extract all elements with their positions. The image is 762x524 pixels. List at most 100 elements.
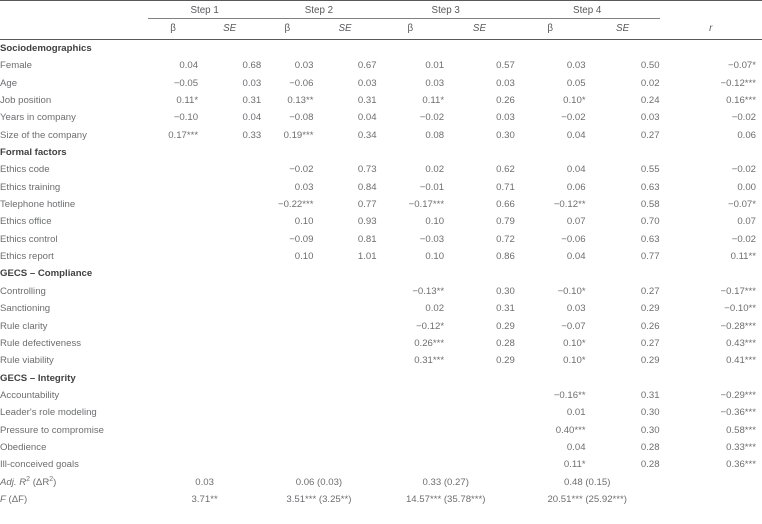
- table-row: Ethics training 0.03 0.84 −0.01 0.71 0.06 0.63…: [0, 179, 762, 196]
- cell-se-step2: [313, 422, 376, 439]
- step-header-2: Step 2: [261, 1, 377, 19]
- table-row: Ethics office 0.10 0.93 0.10 0.79 0.07 0.70 0.0…: [0, 213, 762, 230]
- table-row: Leader's role modeling 0.01 0.30 −0.36***: [0, 404, 762, 421]
- cell-beta-step1: [148, 213, 198, 230]
- table-row: Obedience 0.04 0.28 0.33***: [0, 439, 762, 456]
- cell-beta-step1: [148, 422, 198, 439]
- cell-beta-step3: [377, 456, 444, 473]
- cell-se-step2: 0.31: [357, 95, 377, 107]
- cell-beta-step1: 0.11*: [176, 95, 199, 107]
- cell-se-step3: 0.29: [496, 355, 515, 367]
- summary-label-paren-open: (ΔR: [30, 476, 50, 488]
- section-title: GECS – Compliance: [0, 268, 93, 280]
- cell-se-step4: 0.27: [640, 337, 660, 349]
- cell-se-step1: [198, 161, 261, 178]
- subheader-r: r: [709, 22, 713, 34]
- cell-beta-step4: 0.40***: [555, 424, 586, 436]
- table-row: Size of the company 0.17*** 0.33 0.19*** 0.3…: [0, 127, 762, 144]
- cell-se-step1: [198, 179, 261, 196]
- cell-se-step2: [313, 283, 376, 300]
- row-label: Rule defectiveness: [0, 337, 82, 349]
- header-corner-cell: [0, 1, 148, 19]
- section-spacer: [148, 370, 762, 387]
- cell-beta-step3: 0.26***: [414, 337, 445, 349]
- cell-se-step1: [198, 318, 261, 335]
- table-row: Pressure to compromise 0.40*** 0.30 0.58***: [0, 422, 762, 439]
- cell-se-step4: 0.28: [640, 459, 660, 471]
- cell-r: 0.06: [737, 129, 756, 141]
- cell-beta-step2: [261, 352, 313, 369]
- summary-step3: 14.57*** (35.78***): [405, 493, 486, 505]
- section-header-row: Formal factors: [0, 144, 762, 161]
- cell-beta-step3: [377, 422, 444, 439]
- cell-se-step1: [198, 456, 261, 473]
- cell-beta-step1: [148, 439, 198, 456]
- cell-beta-step2: [261, 404, 313, 421]
- subheader-beta-step2: β: [284, 23, 291, 34]
- cell-beta-step3: −0.01: [419, 181, 445, 193]
- summary-step2: 0.06 (0.03): [295, 476, 343, 488]
- cell-se-step2: 0.84: [357, 181, 377, 193]
- subheader-beta-step4: β: [547, 23, 554, 34]
- section-spacer: [148, 265, 762, 282]
- cell-beta-step3: −0.17***: [408, 199, 445, 211]
- cell-se-step2: 0.81: [357, 233, 377, 245]
- cell-beta-step1: [148, 404, 198, 421]
- cell-se-step2: 0.67: [357, 60, 377, 72]
- cell-se-step2: [313, 335, 376, 352]
- summary-label-paren-close: ): [53, 476, 57, 488]
- cell-se-step4: 0.58: [640, 199, 660, 211]
- subheader-beta-step1: β: [170, 23, 176, 34]
- cell-beta-step3: 0.10: [425, 216, 445, 228]
- cell-se-step4: 0.63: [640, 181, 660, 193]
- summary-label: Adj. R2 (ΔR2): [0, 474, 148, 491]
- section-header-row: GECS – Integrity: [0, 370, 762, 387]
- cell-beta-step3: −0.12*: [416, 320, 445, 332]
- cell-beta-step4: 0.04: [566, 251, 586, 263]
- summary-row-adj-r2: Adj. R2 (ΔR2) 0.03 0.06 (0.03) 0.33 (0.27) 0…: [0, 474, 762, 491]
- cell-se-step1: [198, 439, 261, 456]
- section-header-row: Sociodemographics: [0, 40, 762, 58]
- table-row: Years in company −0.10 0.04 −0.08 0.04 −0.02 0…: [0, 109, 762, 126]
- cell-beta-step2: 0.10: [294, 216, 314, 228]
- cell-r: −0.28***: [720, 320, 756, 332]
- cell-se-step3: 0.62: [496, 164, 515, 176]
- cell-se-step4: 0.70: [640, 216, 660, 228]
- cell-beta-step2: [261, 439, 313, 456]
- cell-beta-step2: −0.06: [289, 77, 314, 89]
- row-label: Size of the company: [0, 129, 87, 141]
- cell-r: −0.10**: [724, 303, 756, 315]
- cell-se-step4: 0.63: [640, 233, 660, 245]
- cell-beta-step2: −0.09: [289, 233, 314, 245]
- row-label: Leader's role modeling: [0, 407, 97, 419]
- cell-se-step1: [198, 387, 261, 404]
- cell-beta-step4: 0.03: [566, 60, 586, 72]
- cell-se-step1: [198, 283, 261, 300]
- cell-r: −0.12***: [720, 77, 756, 89]
- cell-beta-step2: [261, 300, 313, 317]
- cell-beta-step4: −0.12**: [553, 199, 586, 211]
- cell-beta-step4: 0.04: [566, 164, 586, 176]
- cell-se-step1: [198, 352, 261, 369]
- cell-beta-step4: −0.10*: [557, 285, 586, 297]
- cell-se-step4: 0.02: [640, 77, 660, 89]
- summary-step3: 0.33 (0.27): [422, 476, 469, 488]
- cell-se-step3: [444, 404, 515, 421]
- cell-r: −0.02: [731, 233, 756, 245]
- cell-beta-step2: 0.10: [294, 251, 314, 263]
- row-label: Controlling: [0, 285, 46, 297]
- section-spacer: [148, 144, 762, 161]
- cell-se-step3: 0.79: [496, 216, 515, 228]
- cell-r: 0.33***: [726, 441, 756, 453]
- row-label: Ethics control: [0, 233, 58, 245]
- summary-r-spacer: [660, 474, 762, 491]
- row-label: Accountability: [0, 389, 60, 401]
- cell-se-step4: 0.30: [640, 407, 660, 419]
- table-row: Age −0.05 0.03 −0.06 0.03 0.03 0.03 0.05 0.02 −0.…: [0, 75, 762, 92]
- cell-se-step1: 0.33: [242, 129, 262, 141]
- cell-se-step4: 0.27: [640, 285, 660, 297]
- cell-r: 0.43***: [726, 337, 756, 349]
- cell-se-step4: 0.27: [640, 129, 660, 141]
- cell-beta-step4: 0.03: [566, 303, 586, 315]
- cell-se-step3: [444, 387, 515, 404]
